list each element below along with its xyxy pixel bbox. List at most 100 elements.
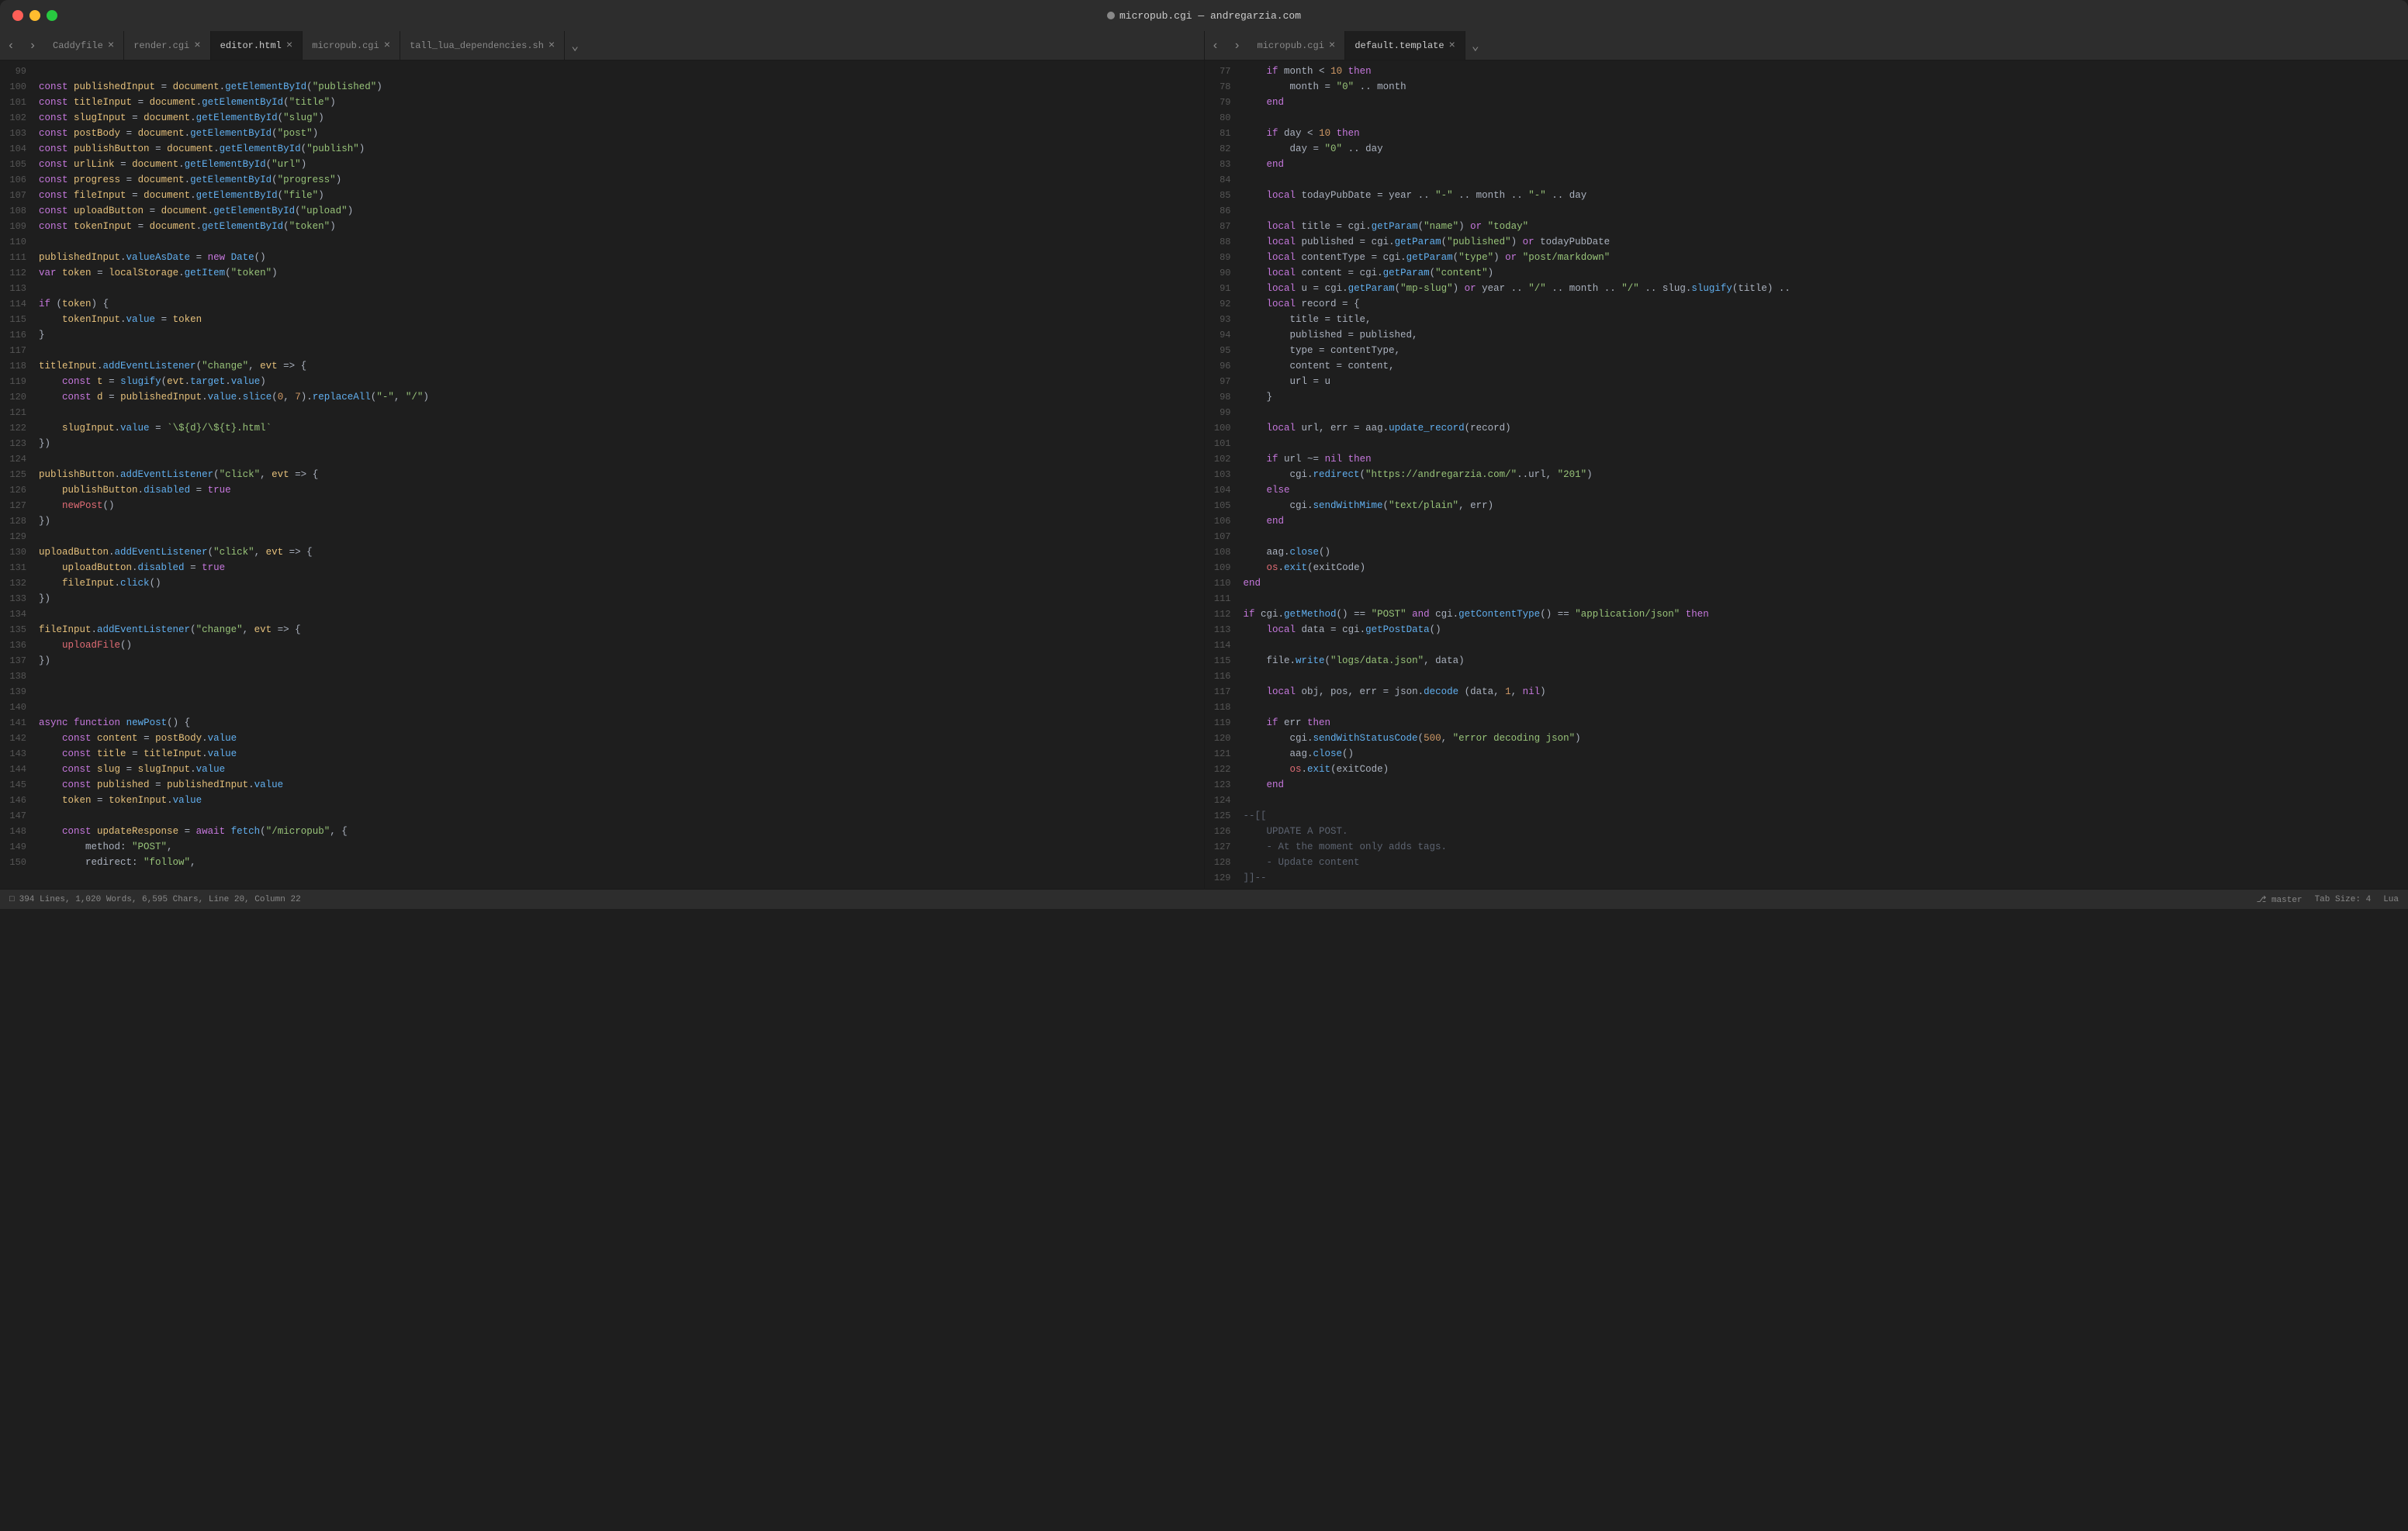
code-line: 108const uploadButton = document.getElem… — [0, 203, 1204, 219]
line-content — [1244, 172, 2408, 188]
right-code-scroll[interactable]: 77 if month < 10 then78 month = "0" .. m… — [1205, 60, 2408, 889]
line-content: const titleInput = document.getElementBy… — [39, 95, 1204, 110]
line-content — [39, 64, 1204, 79]
code-line: 121 — [0, 405, 1204, 420]
tab-size-indicator[interactable]: Tab Size: 4 — [2315, 895, 2372, 904]
line-number: 110 — [0, 234, 39, 250]
tab-close-caddyfile[interactable]: × — [108, 40, 114, 51]
line-content — [39, 343, 1204, 358]
tab-close-editor[interactable]: × — [286, 40, 292, 51]
tab-close-tall[interactable]: × — [548, 40, 555, 51]
line-content: tokenInput.value = token — [39, 312, 1204, 327]
line-content — [39, 405, 1204, 420]
line-number: 98 — [1205, 389, 1244, 405]
code-line: 122 slugInput.value = `\${d}/\${t}.html` — [0, 420, 1204, 436]
code-line: 111publishedInput.valueAsDate = new Date… — [0, 250, 1204, 265]
branch-name: master — [2271, 896, 2302, 905]
line-number: 106 — [1205, 513, 1244, 529]
code-line: 106const progress = document.getElementB… — [0, 172, 1204, 188]
tab-tall-lua[interactable]: tall_lua_dependencies.sh × — [400, 31, 565, 60]
line-number: 113 — [1205, 622, 1244, 638]
left-code-scroll[interactable]: 99100const publishedInput = document.get… — [0, 60, 1204, 889]
language-indicator[interactable]: Lua — [2383, 895, 2399, 904]
tab-more-left[interactable]: ⌄ — [565, 38, 585, 54]
line-content: end — [1244, 513, 2408, 529]
code-line: 110end — [1205, 575, 2408, 591]
line-number: 89 — [1205, 250, 1244, 265]
line-number: 119 — [0, 374, 39, 389]
tab-back-btn-right[interactable]: ‹ — [1205, 35, 1226, 57]
code-line: 117 — [0, 343, 1204, 358]
line-number: 125 — [1205, 808, 1244, 824]
tab-close-default[interactable]: × — [1449, 40, 1455, 51]
line-number: 113 — [0, 281, 39, 296]
file-icon: □ — [9, 895, 15, 904]
line-number: 130 — [0, 544, 39, 560]
tab-close-micropub[interactable]: × — [384, 40, 390, 51]
line-content — [1244, 638, 2408, 653]
tab-caddyfile[interactable]: Caddyfile × — [43, 31, 124, 60]
tab-editor-html[interactable]: editor.html × — [211, 31, 303, 60]
tab-micropub-cgi-right[interactable]: micropub.cgi × — [1248, 31, 1346, 60]
code-line: 110 — [0, 234, 1204, 250]
line-content: title = title, — [1244, 312, 2408, 327]
maximize-button[interactable] — [47, 10, 57, 21]
line-content: content = content, — [1244, 358, 2408, 374]
tab-more-right[interactable]: ⌄ — [1465, 38, 1486, 54]
code-line: 96 content = content, — [1205, 358, 2408, 374]
line-number: 118 — [0, 358, 39, 374]
line-content: const published = publishedInput.value — [39, 777, 1204, 793]
tab-back-btn[interactable]: ‹ — [0, 35, 22, 57]
tab-default-template[interactable]: default.template × — [1345, 31, 1465, 60]
code-line: 129 — [0, 529, 1204, 544]
close-button[interactable] — [12, 10, 23, 21]
line-content: os.exit(exitCode) — [1244, 560, 2408, 575]
code-line: 107 — [1205, 529, 2408, 544]
line-number: 116 — [1205, 669, 1244, 684]
tab-forward-btn-right[interactable]: › — [1226, 35, 1248, 57]
code-line: 126 UPDATE A POST. — [1205, 824, 2408, 839]
line-content: os.exit(exitCode) — [1244, 762, 2408, 777]
code-line: 133}) — [0, 591, 1204, 607]
tab-forward-btn[interactable]: › — [22, 35, 43, 57]
line-content: const postBody = document.getElementById… — [39, 126, 1204, 141]
line-content: UPDATE A POST. — [1244, 824, 2408, 839]
code-line: 78 month = "0" .. month — [1205, 79, 2408, 95]
line-content: end — [1244, 777, 2408, 793]
line-content: cgi.redirect("https://andregarzia.com/".… — [1244, 467, 2408, 482]
line-number: 92 — [1205, 296, 1244, 312]
code-line: 85 local todayPubDate = year .. "-" .. m… — [1205, 188, 2408, 203]
line-content: local contentType = cgi.getParam("type")… — [1244, 250, 2408, 265]
line-number: 114 — [0, 296, 39, 312]
line-number: 111 — [0, 250, 39, 265]
line-number: 124 — [1205, 793, 1244, 808]
line-content: const urlLink = document.getElementById(… — [39, 157, 1204, 172]
code-line: 123}) — [0, 436, 1204, 451]
code-line: 82 day = "0" .. day — [1205, 141, 2408, 157]
line-number: 79 — [1205, 95, 1244, 110]
line-number: 105 — [0, 157, 39, 172]
line-content: --[[ — [1244, 808, 2408, 824]
minimize-button[interactable] — [29, 10, 40, 21]
left-code-pane: 99100const publishedInput = document.get… — [0, 60, 1204, 889]
tab-micropub-cgi-left[interactable]: micropub.cgi × — [303, 31, 400, 60]
code-line: 125publishButton.addEventListener("click… — [0, 467, 1204, 482]
line-number: 126 — [1205, 824, 1244, 839]
line-content: published = published, — [1244, 327, 2408, 343]
code-line: 88 local published = cgi.getParam("publi… — [1205, 234, 2408, 250]
line-number: 101 — [1205, 436, 1244, 451]
line-number: 140 — [0, 700, 39, 715]
code-line: 102const slugInput = document.getElement… — [0, 110, 1204, 126]
code-line: 104 else — [1205, 482, 2408, 498]
line-number: 97 — [1205, 374, 1244, 389]
code-line: 146 token = tokenInput.value — [0, 793, 1204, 808]
branch-indicator[interactable]: ⎇ master — [2257, 894, 2302, 905]
code-line: 124 — [1205, 793, 2408, 808]
tab-close-micropub-right[interactable]: × — [1329, 40, 1335, 51]
line-number: 129 — [0, 529, 39, 544]
tab-render-cgi[interactable]: render.cgi × — [124, 31, 210, 60]
code-line: 87 local title = cgi.getParam("name") or… — [1205, 219, 2408, 234]
line-content — [1244, 669, 2408, 684]
tab-close-render[interactable]: × — [194, 40, 200, 51]
line-number: 86 — [1205, 203, 1244, 219]
